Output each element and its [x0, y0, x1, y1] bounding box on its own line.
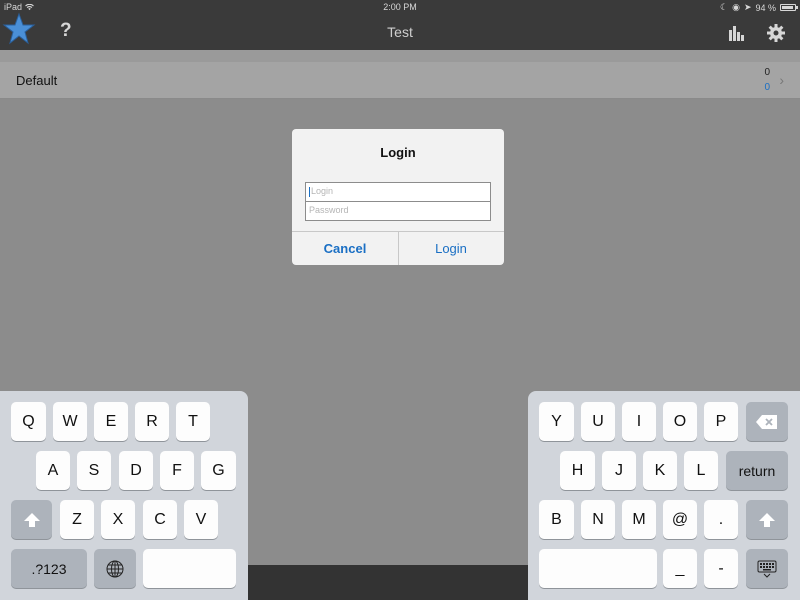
content-header-strip: [0, 50, 800, 62]
keyboard-dismiss-icon: [757, 560, 777, 578]
key-j[interactable]: J: [602, 451, 636, 490]
key-b[interactable]: B: [539, 500, 574, 539]
key-w[interactable]: W: [53, 402, 87, 441]
location-icon: ➤: [743, 2, 752, 12]
row-count-total: 0: [764, 67, 770, 78]
key-e[interactable]: E: [94, 402, 128, 441]
status-bar: iPad 2:00 PM ☾ ◉ ➤ 94 %: [0, 0, 800, 14]
key-hyphen[interactable]: -: [704, 549, 738, 588]
key-f[interactable]: F: [160, 451, 194, 490]
key-d[interactable]: D: [119, 451, 153, 490]
login-dialog: Login Login Password Cancel Login: [292, 129, 504, 265]
key-o[interactable]: O: [663, 402, 697, 441]
key-q[interactable]: Q: [11, 402, 46, 441]
shift-icon: [23, 512, 40, 527]
keyboard-right-half: Y U I O P H J K L return B N M @ . _ -: [528, 391, 800, 600]
delete-key[interactable]: [746, 402, 788, 441]
dismiss-keyboard-key[interactable]: [746, 549, 788, 588]
key-r[interactable]: R: [135, 402, 169, 441]
cancel-button[interactable]: Cancel: [292, 241, 398, 256]
page-title: Test: [387, 24, 413, 40]
key-y[interactable]: Y: [539, 402, 574, 441]
globe-icon: [106, 560, 124, 577]
key-a[interactable]: A: [36, 451, 70, 490]
space-key-right[interactable]: [539, 549, 657, 588]
key-m[interactable]: M: [622, 500, 656, 539]
gear-icon[interactable]: [766, 23, 786, 43]
key-g[interactable]: G: [201, 451, 236, 490]
backspace-icon: [756, 414, 777, 429]
key-x[interactable]: X: [101, 500, 135, 539]
space-key-left[interactable]: [143, 549, 236, 588]
key-n[interactable]: N: [581, 500, 615, 539]
bottom-toolbar: [248, 565, 528, 600]
key-t[interactable]: T: [176, 402, 210, 441]
key-p[interactable]: P: [704, 402, 738, 441]
navigation-bar: ? Test: [0, 12, 800, 50]
moon-icon: ☾: [720, 2, 729, 12]
battery-percent: 94 %: [755, 2, 776, 13]
key-v[interactable]: V: [184, 500, 218, 539]
key-c[interactable]: C: [143, 500, 177, 539]
password-field[interactable]: Password: [305, 201, 491, 221]
key-i[interactable]: I: [622, 402, 656, 441]
key-l[interactable]: L: [684, 451, 718, 490]
orientation-lock-icon: ◉: [732, 2, 740, 12]
key-underscore[interactable]: _: [663, 549, 697, 588]
login-field[interactable]: Login: [305, 182, 491, 202]
battery-icon: [780, 4, 798, 11]
shift-key-left[interactable]: [11, 500, 52, 539]
login-placeholder: Login: [311, 186, 334, 196]
key-s[interactable]: S: [77, 451, 111, 490]
globe-key[interactable]: [94, 549, 136, 588]
chevron-right-icon: ›: [779, 72, 784, 88]
key-z[interactable]: Z: [60, 500, 94, 539]
login-button[interactable]: Login: [398, 241, 504, 256]
key-h[interactable]: H: [560, 451, 595, 490]
status-time: 2:00 PM: [383, 2, 417, 12]
keyboard-left-half: Q W E R T A S D F G Z X C V .?123: [0, 391, 248, 600]
key-k[interactable]: K: [643, 451, 677, 490]
text-caret: [309, 186, 310, 197]
password-placeholder: Password: [309, 205, 349, 215]
numbers-key[interactable]: .?123: [11, 549, 87, 588]
shift-icon: [759, 512, 775, 527]
key-period[interactable]: .: [704, 500, 738, 539]
bar-chart-icon[interactable]: [728, 25, 746, 41]
dialog-title: Login: [380, 145, 416, 160]
return-key[interactable]: return: [726, 451, 788, 490]
row-label: Default: [16, 73, 58, 88]
status-right: ☾ ◉ ➤ 94 %: [720, 2, 798, 13]
key-at[interactable]: @: [663, 500, 697, 539]
row-count-new: 0: [764, 82, 770, 93]
shift-key-right[interactable]: [746, 500, 788, 539]
key-u[interactable]: U: [581, 402, 615, 441]
list-row-default[interactable]: Default 0 0 ›: [0, 62, 800, 99]
